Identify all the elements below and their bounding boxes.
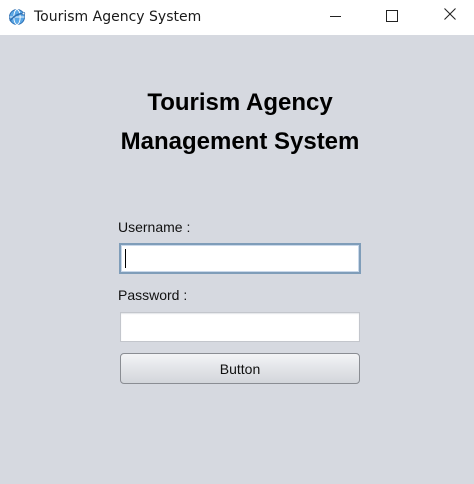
close-button[interactable] — [422, 0, 474, 32]
globe-icon — [8, 8, 26, 26]
minimize-icon — [329, 15, 341, 17]
text-cursor — [125, 249, 126, 268]
password-input[interactable] — [120, 312, 360, 342]
maximize-button[interactable] — [364, 0, 420, 32]
page-title-line1: Tourism Agency — [147, 89, 333, 116]
password-label: Password : — [118, 287, 188, 303]
title-bar[interactable]: Tourism Agency System — [0, 0, 474, 35]
login-button[interactable]: Button — [120, 353, 360, 384]
app-window: Tourism Agency System Tourism Agency Man… — [0, 0, 474, 484]
username-label: Username : — [118, 219, 191, 235]
window-title: Tourism Agency System — [34, 9, 202, 25]
minimize-button[interactable] — [307, 0, 363, 32]
page-title-line2: Management System — [120, 128, 360, 155]
username-input[interactable] — [119, 243, 361, 274]
maximize-icon — [386, 10, 398, 22]
login-panel: Tourism Agency Management System Usernam… — [0, 35, 474, 484]
close-icon — [444, 7, 456, 25]
